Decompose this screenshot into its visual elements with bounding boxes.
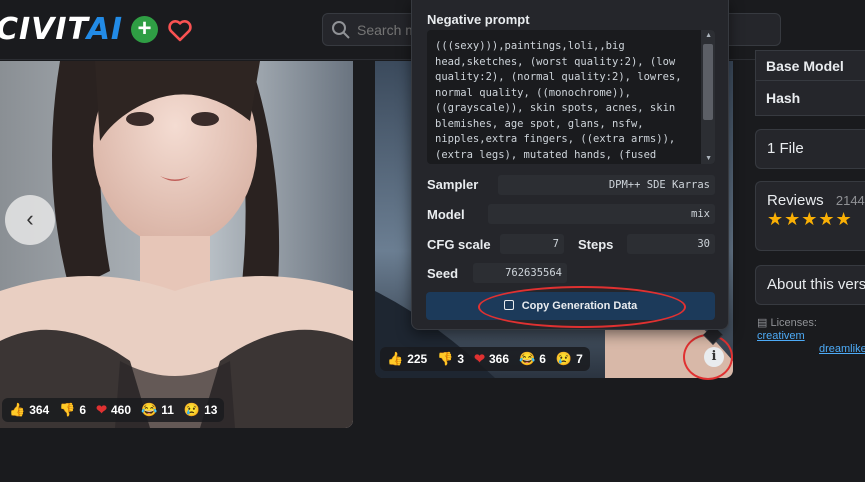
thumbs-up-icon: 👍 xyxy=(387,351,404,366)
negative-prompt-box[interactable]: (((sexy))),paintings,loli,,big head,sket… xyxy=(427,30,715,164)
generation-data-popup: Negative prompt (((sexy))),paintings,lol… xyxy=(411,0,729,330)
reviews-label: Reviews xyxy=(767,192,824,209)
license-link-1[interactable]: creativem xyxy=(757,330,805,342)
logo-text-ai: AI xyxy=(86,12,124,47)
sampler-value: DPM++ SDE Karras xyxy=(498,175,715,195)
reaction-laugh[interactable]: 😂 6 xyxy=(519,351,546,367)
steps-value: 30 xyxy=(627,234,715,254)
reaction-count: 225 xyxy=(407,352,428,366)
previous-image-button[interactable]: ‹ xyxy=(5,195,55,245)
hash-label: Hash xyxy=(766,90,801,106)
civitai-page: CIVITAI + Search mo ‹ 👍 364 👎 6 ❤ 460 😂 … xyxy=(0,0,865,482)
scrollbar[interactable]: ▲ ▼ xyxy=(701,30,715,164)
steps-label: Steps xyxy=(578,237,614,252)
chevron-left-icon: ‹ xyxy=(26,206,34,231)
scroll-thumb[interactable] xyxy=(703,44,713,120)
scroll-up-icon[interactable]: ▲ xyxy=(705,32,712,39)
reaction-count: 3 xyxy=(457,352,465,366)
files-accordion[interactable]: 1 File xyxy=(755,129,865,169)
sad-icon: 😢 xyxy=(183,402,201,417)
document-icon: ▤ xyxy=(757,317,768,329)
about-version-label: About this versi xyxy=(767,276,865,293)
model-value: mix xyxy=(488,204,715,224)
reaction-heart[interactable]: ❤ 460 xyxy=(96,402,131,418)
reaction-thumbs-down[interactable]: 👎 3 xyxy=(437,351,464,367)
model-label: Model xyxy=(427,207,465,222)
portrait-image-1 xyxy=(0,61,353,428)
civitai-logo[interactable]: CIVITAI xyxy=(0,12,123,47)
reaction-count: 364 xyxy=(29,403,50,417)
reactions-bar-2: 👍 225 👎 3 ❤ 366 😂 6 😢 7 xyxy=(380,347,590,371)
reviews-count: 2144 v xyxy=(835,193,865,208)
seed-label: Seed xyxy=(427,266,459,281)
model-details-table: Base Model Hash xyxy=(755,50,865,116)
negative-prompt-label: Negative prompt xyxy=(427,12,530,27)
heart-icon: ❤ xyxy=(474,351,485,366)
cfg-scale-value: 7 xyxy=(500,234,564,254)
reaction-laugh[interactable]: 😂 11 xyxy=(141,402,174,418)
thumbs-down-icon: 👎 xyxy=(437,351,454,366)
laugh-icon: 😂 xyxy=(519,351,536,366)
search-icon xyxy=(331,20,351,40)
reaction-thumbs-up[interactable]: 👍 225 xyxy=(387,351,427,367)
favorites-heart-icon[interactable] xyxy=(166,16,194,44)
reaction-heart[interactable]: ❤ 366 xyxy=(474,351,509,367)
base-model-row: Base Model xyxy=(756,51,865,81)
reaction-count: 366 xyxy=(489,352,510,366)
reaction-count: 460 xyxy=(111,403,132,417)
license-link-2[interactable]: dreamlike xyxy=(819,343,865,355)
add-button[interactable]: + xyxy=(131,16,158,43)
negative-prompt-text: (((sexy))),paintings,loli,,big head,sket… xyxy=(435,40,688,161)
about-version-accordion[interactable]: About this versi xyxy=(755,265,865,305)
files-label: 1 File xyxy=(767,140,804,157)
reaction-count: 6 xyxy=(539,352,546,366)
licenses-label: Licenses: xyxy=(770,317,817,329)
sampler-label: Sampler xyxy=(427,177,479,192)
reviews-panel[interactable]: Reviews 2144 v ★★★★★ xyxy=(755,181,865,251)
hash-row: Hash xyxy=(756,81,865,115)
reactions-bar-1: 👍 364 👎 6 ❤ 460 😂 11 😢 13 xyxy=(2,398,225,422)
gallery-image-1[interactable]: ‹ 👍 364 👎 6 ❤ 460 😂 11 😢 13 xyxy=(0,61,353,428)
licenses-info: ▤ Licenses: creativem dreamlike xyxy=(757,317,865,356)
laugh-icon: 😂 xyxy=(141,402,158,417)
reaction-count: 11 xyxy=(161,403,174,417)
cfg-scale-label: CFG scale xyxy=(427,237,491,252)
highlight-circle-copy xyxy=(478,286,686,328)
scroll-down-icon[interactable]: ▼ xyxy=(705,155,712,162)
logo-text-civit: CIVIT xyxy=(0,12,87,47)
thumbs-up-icon: 👍 xyxy=(9,402,26,417)
heart-icon: ❤ xyxy=(96,402,107,417)
base-model-label: Base Model xyxy=(766,58,844,74)
plus-icon: + xyxy=(137,15,152,42)
rating-stars: ★★★★★ xyxy=(767,209,853,229)
reaction-count: 6 xyxy=(79,403,87,417)
reaction-thumbs-up[interactable]: 👍 364 xyxy=(9,402,49,418)
reaction-count: 13 xyxy=(204,403,218,417)
reaction-thumbs-down[interactable]: 👎 6 xyxy=(59,402,86,418)
thumbs-down-icon: 👎 xyxy=(59,402,76,417)
reaction-sad[interactable]: 😢 7 xyxy=(556,351,583,367)
sad-icon: 😢 xyxy=(555,351,573,366)
seed-value: 762635564 xyxy=(473,263,567,283)
reaction-sad[interactable]: 😢 13 xyxy=(184,402,218,418)
reaction-count: 7 xyxy=(576,352,583,366)
